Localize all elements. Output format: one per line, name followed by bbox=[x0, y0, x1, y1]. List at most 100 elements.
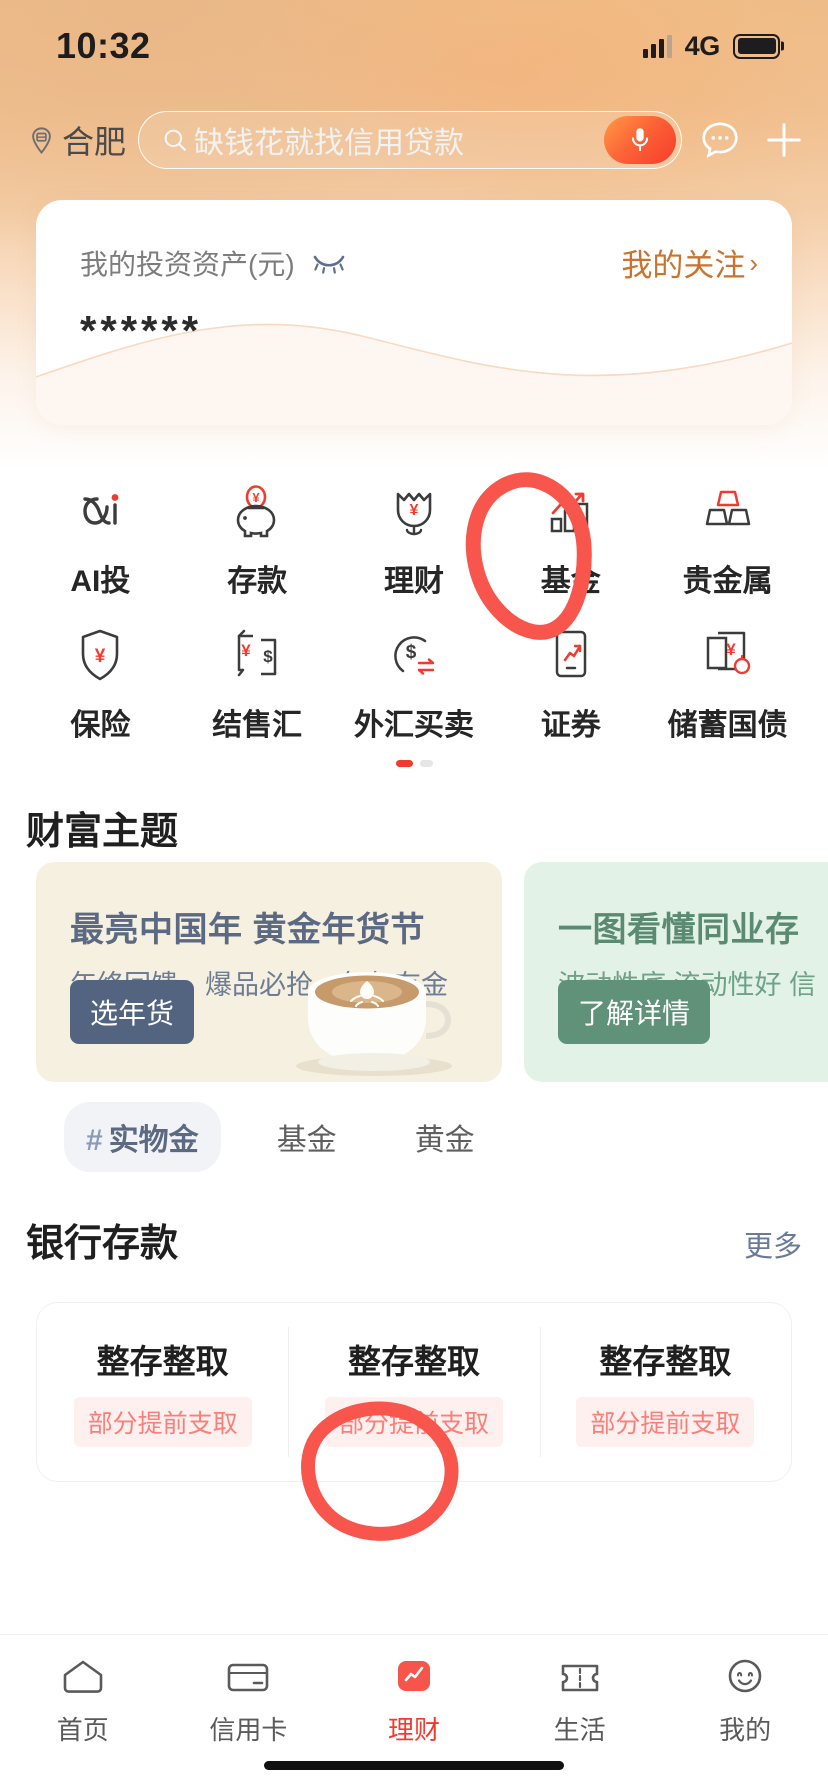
latte-coffee-cup-image bbox=[296, 972, 452, 1076]
deposit-product-item[interactable]: 整存整取 部分提前支取 bbox=[539, 1303, 791, 1481]
grid-item-wealth[interactable]: ¥ 理财 bbox=[336, 480, 493, 600]
grid-label: 基金 bbox=[540, 565, 601, 598]
status-time: 10:32 bbox=[56, 25, 151, 66]
grid-label: 证券 bbox=[540, 709, 601, 742]
deposit-product-item[interactable]: 整存整取 部分提前支取 bbox=[37, 1303, 288, 1481]
my-focus-link[interactable]: 我的关注 › bbox=[621, 240, 758, 285]
search-placeholder-text: 缺钱花就找信用贷款 bbox=[194, 127, 465, 160]
search-icon bbox=[164, 129, 186, 151]
svg-text:¥: ¥ bbox=[95, 646, 106, 667]
voice-search-button[interactable] bbox=[604, 116, 676, 164]
piggy-bank-icon: ¥ bbox=[226, 480, 288, 542]
grid-label: 理财 bbox=[383, 565, 444, 598]
service-grid: AI投 ¥ 存款 ¥ 理财 基金 贵金属 ¥ 保险 ¥ $ 结售汇 $ 外汇买卖… bbox=[0, 480, 828, 744]
eye-closed-icon[interactable] bbox=[311, 252, 347, 274]
pagination-dot-active[interactable] bbox=[395, 760, 413, 767]
tag-chip-gold[interactable]: 黄金 bbox=[393, 1102, 497, 1172]
tab-label: 生活 bbox=[553, 1715, 606, 1745]
status-badge: 部分提前支取 bbox=[324, 1397, 503, 1447]
search-header: 合肥 缺钱花就找信用贷款 bbox=[0, 105, 828, 175]
deposit-section-header: 银行存款 更多 bbox=[0, 1212, 828, 1267]
chevron-right-icon: › bbox=[749, 247, 758, 278]
grid-label: 结售汇 bbox=[212, 709, 303, 742]
page-title: 财富主题 bbox=[26, 811, 179, 853]
tab-life[interactable]: 生活 bbox=[497, 1653, 663, 1747]
theme-card-interbank-deposit[interactable]: 一图看懂同业存 波动性底 流动性好 信 了解详情 bbox=[524, 862, 828, 1082]
city-selector[interactable]: 合肥 bbox=[26, 117, 126, 163]
svg-text:¥: ¥ bbox=[253, 490, 261, 505]
battery-full-icon bbox=[733, 33, 780, 59]
grid-item-precious-metals[interactable]: 贵金属 bbox=[649, 480, 806, 600]
message-button[interactable] bbox=[694, 114, 746, 166]
theme-card-gold-festival[interactable]: 最亮中国年 黄金年货节 年终回馈、爆品必抢、年年有金 选年货 bbox=[36, 862, 502, 1082]
shield-yuan-icon: ¥ bbox=[69, 624, 131, 686]
chat-bubble-icon bbox=[702, 122, 738, 158]
wealth-section-header: 财富主题 bbox=[0, 800, 828, 855]
tag-chip-physical-gold[interactable]: # 实物金 bbox=[64, 1102, 221, 1172]
tab-label: 我的 bbox=[719, 1715, 772, 1745]
currency-exchange-icon: ¥ $ bbox=[226, 624, 288, 686]
theme-card-button[interactable]: 了解详情 bbox=[558, 980, 711, 1044]
grid-label: AI投 bbox=[70, 565, 131, 598]
grid-item-insurance[interactable]: ¥ 保险 bbox=[22, 624, 179, 744]
grid-label: 外汇买卖 bbox=[353, 709, 474, 742]
tab-label: 首页 bbox=[56, 1715, 109, 1745]
tulip-yuan-icon: ¥ bbox=[383, 480, 445, 542]
city-name: 合肥 bbox=[62, 124, 127, 160]
deposit-product-item[interactable]: 整存整取 部分提前支取 bbox=[288, 1303, 539, 1481]
dollar-swap-icon: $ bbox=[383, 624, 445, 686]
deposit-product-name: 整存整取 bbox=[599, 1343, 732, 1380]
tab-finance[interactable]: 理财 bbox=[331, 1653, 497, 1747]
grid-label: 保险 bbox=[70, 709, 131, 742]
tag-label: 基金 bbox=[276, 1124, 337, 1157]
bond-documents-icon: ¥ bbox=[697, 624, 759, 686]
grid-item-fund[interactable]: 基金 bbox=[492, 480, 649, 600]
page-title: 银行存款 bbox=[26, 1223, 179, 1265]
status-indicators: 4G bbox=[642, 30, 780, 62]
asset-summary-card[interactable]: 我的投资资产(元) 我的关注 › ****** bbox=[36, 200, 792, 425]
ticket-icon bbox=[553, 1653, 607, 1701]
user-smile-icon bbox=[718, 1653, 772, 1701]
svg-text:¥: ¥ bbox=[726, 640, 736, 659]
status-badge: 部分提前支取 bbox=[73, 1397, 252, 1447]
tab-credit-card[interactable]: 信用卡 bbox=[166, 1653, 332, 1747]
grid-item-ai-invest[interactable]: AI投 bbox=[22, 480, 179, 600]
deposit-product-list: 整存整取 部分提前支取 整存整取 部分提前支取 整存整取 部分提前支取 bbox=[36, 1302, 792, 1482]
location-pin-icon bbox=[32, 126, 51, 154]
grid-item-fx-trading[interactable]: $ 外汇买卖 bbox=[336, 624, 493, 744]
svg-text:¥: ¥ bbox=[241, 641, 251, 660]
grid-item-fx-settlement[interactable]: ¥ $ 结售汇 bbox=[179, 624, 336, 744]
gold-bars-icon bbox=[697, 480, 759, 542]
status-bar: 10:32 4G bbox=[0, 0, 828, 92]
asset-masked-value: ****** bbox=[80, 307, 203, 354]
deposit-product-name: 整存整取 bbox=[347, 1343, 480, 1380]
asset-label: 我的投资资产(元) bbox=[80, 248, 295, 280]
tag-label: 实物金 bbox=[108, 1124, 199, 1157]
asset-card-header: 我的投资资产(元) 我的关注 › bbox=[36, 200, 792, 285]
grid-item-savings-bond[interactable]: ¥ 储蓄国债 bbox=[649, 624, 806, 744]
signal-bars-icon bbox=[642, 34, 672, 58]
home-icon bbox=[56, 1653, 110, 1701]
tab-home[interactable]: 首页 bbox=[0, 1653, 166, 1747]
svg-text:¥: ¥ bbox=[410, 502, 419, 519]
tab-profile[interactable]: 我的 bbox=[662, 1653, 828, 1747]
grid-label: 储蓄国债 bbox=[667, 709, 788, 742]
home-indicator bbox=[264, 1761, 564, 1770]
search-input[interactable]: 缺钱花就找信用贷款 bbox=[138, 111, 682, 169]
grid-item-securities[interactable]: 证券 bbox=[492, 624, 649, 744]
wealth-theme-carousel[interactable]: 最亮中国年 黄金年货节 年终回馈、爆品必抢、年年有金 选年货 一图看懂同业存 波… bbox=[0, 862, 828, 1082]
deposit-more-link[interactable]: 更多 bbox=[744, 1223, 802, 1265]
add-button[interactable] bbox=[758, 114, 810, 166]
network-type-label: 4G bbox=[684, 30, 721, 61]
grid-item-deposit[interactable]: ¥ 存款 bbox=[179, 480, 336, 600]
pagination-dot[interactable] bbox=[419, 760, 433, 767]
asset-label-group[interactable]: 我的投资资产(元) bbox=[80, 243, 347, 283]
plus-icon bbox=[767, 123, 801, 157]
credit-card-icon bbox=[221, 1653, 275, 1701]
grid-label: 贵金属 bbox=[682, 565, 773, 598]
hash-icon: # bbox=[86, 1124, 103, 1157]
theme-card-button[interactable]: 选年货 bbox=[70, 980, 195, 1044]
tag-chip-fund[interactable]: 基金 bbox=[255, 1102, 359, 1172]
status-badge: 部分提前支取 bbox=[576, 1397, 755, 1447]
grid-pagination[interactable] bbox=[0, 760, 828, 767]
